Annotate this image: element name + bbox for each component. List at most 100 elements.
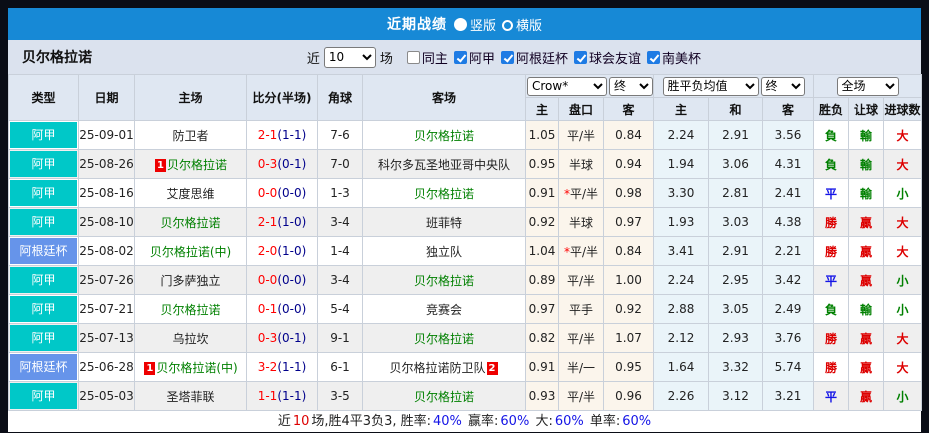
mean-home: 2.24 (653, 120, 709, 150)
home-team-name: 贝尔格拉诺(中) (156, 360, 238, 375)
results-tbody: 阿甲 25-09-01 防卫者 2-1(1-1) 7-6 贝尔格拉诺 1.05 平/半 0.84… (8, 120, 923, 411)
odds-away: 0.95 (603, 352, 654, 382)
result-win-draw-loss-text: 負 (825, 128, 838, 143)
col-header-result: 胜负 (813, 97, 850, 121)
away-team-name: 贝尔格拉诺 (413, 186, 474, 201)
corner-score: 7-0 (317, 149, 363, 179)
home-team: 贝尔格拉诺 (134, 207, 247, 237)
checkbox-checked[interactable] (646, 50, 660, 64)
handicap-value: 平/半 (558, 265, 604, 295)
layout-radio-label: 竖版 (469, 18, 496, 34)
summary-segment: 60% (500, 414, 530, 429)
odds-away: 0.92 (603, 294, 654, 324)
league-cell: 阿甲 (8, 120, 79, 150)
home-team-name: 贝尔格拉诺 (166, 157, 227, 172)
away-team: 贝尔格拉诺防卫队 2 (362, 352, 526, 382)
mean-select-header: 胜平负均值 终 (652, 74, 815, 98)
fulltime-score: 0-3 (257, 157, 278, 171)
handicap-result: 輸 (848, 120, 885, 150)
result-win-draw-loss-text: 勝 (825, 331, 838, 346)
result-win-draw-loss: 平 (813, 381, 850, 411)
away-team-name: 班菲特 (425, 215, 462, 230)
goals-result-text: 大 (896, 157, 909, 172)
mean-away: 3.56 (761, 120, 815, 150)
layout-radio[interactable] (502, 19, 513, 31)
result-win-draw-loss-text: 負 (825, 302, 838, 317)
layout-radio-selected[interactable] (453, 17, 467, 31)
mean-draw: 3.12 (708, 381, 763, 411)
summary-segment: 场,胜4平3负3, 胜率: (311, 414, 431, 429)
away-team: 竞赛会 (362, 294, 526, 324)
table-row: 阿甲 25-05-03 圣塔菲联 1-1(1-1) 3-5 贝尔格拉诺 0.93 平/半 0.9… (8, 381, 923, 411)
away-team-name: 竞赛会 (425, 302, 462, 317)
league-filter: 球会友谊 (573, 48, 641, 67)
handicap-result-text: 輸 (860, 186, 873, 201)
result-win-draw-loss: 勝 (813, 352, 850, 382)
summary-segment: 赢率: (463, 414, 499, 429)
goals-result-text: 大 (896, 128, 909, 143)
title-bar: 近期战绩 竖版 横版 (8, 8, 921, 40)
home-team-name: 贝尔格拉诺(中) (149, 244, 232, 259)
league-cell: 阿甲 (8, 149, 79, 179)
handicap-result: 贏 (848, 236, 885, 266)
mean-away: 2.49 (761, 294, 815, 324)
handicap-result: 贏 (848, 352, 885, 382)
table-row: 阿甲 25-07-26 门多萨独立 0-0(0-0) 3-4 贝尔格拉诺 0.89 平/半 1.… (8, 265, 923, 295)
results-table: 类型 日期 主场 比分(半场) 角球 客场 Crow* 终 胜平负均值 终 全场… (8, 74, 923, 411)
home-team: 圣塔菲联 (134, 381, 247, 411)
odds-company-select[interactable]: Crow* (527, 76, 607, 96)
result-win-draw-loss: 勝 (813, 236, 850, 266)
match-score: 0-0(0-0) (246, 265, 318, 295)
summary-segment: 单率: (585, 414, 621, 429)
mean-away: 5.74 (761, 352, 815, 382)
mean-draw: 2.91 (708, 236, 763, 266)
match-score: 3-2(1-1) (246, 352, 318, 382)
match-date: 25-09-01 (78, 120, 135, 150)
match-count-select[interactable]: 10 (323, 46, 376, 68)
goals-result: 大 (883, 149, 923, 179)
fulltime-score: 2-0 (257, 244, 278, 258)
mean-home: 2.26 (653, 381, 709, 411)
handicap-value: 平/半 (558, 381, 604, 411)
mean-draw: 3.05 (708, 294, 763, 324)
goals-result: 小 (883, 294, 923, 324)
goals-result-text: 小 (896, 389, 909, 404)
checkbox-checked[interactable] (453, 50, 467, 64)
handicap-text: 平手 (568, 302, 593, 317)
league-badge: 阿甲 (10, 296, 77, 322)
league-filter: 阿根廷杯 (500, 48, 568, 67)
match-score: 1-1(1-1) (246, 381, 318, 411)
checkbox-checked[interactable] (573, 50, 587, 64)
summary-segment: 10 (292, 414, 310, 429)
col-header-handicap-result: 让球 (848, 97, 885, 121)
odds-final-select[interactable]: 终 (609, 76, 653, 96)
away-team: 独立队 (362, 236, 526, 266)
odds-select-header: Crow* 终 (525, 74, 654, 98)
handicap-value: 平/半 (558, 323, 604, 353)
checkbox-checked[interactable] (500, 50, 514, 64)
handicap-result-text: 贏 (860, 331, 873, 346)
match-score: 0-3(0-1) (246, 149, 318, 179)
away-team-name: 贝尔格拉诺 (413, 331, 474, 346)
home-team-name: 贝尔格拉诺 (160, 302, 221, 317)
handicap-result: 贏 (848, 207, 885, 237)
result-win-draw-loss-text: 勝 (825, 215, 838, 230)
goals-result-text: 小 (896, 273, 909, 288)
checkbox-unchecked[interactable] (406, 50, 420, 64)
home-team-name: 贝尔格拉诺 (160, 215, 221, 230)
mean-away: 3.76 (761, 323, 815, 353)
handicap-text: 平/半 (566, 273, 596, 288)
fulltime-score: 0-0 (257, 186, 278, 200)
fulltime-score: 0-1 (257, 302, 278, 316)
fulltime-select[interactable]: 全场 (836, 76, 899, 96)
match-date: 25-08-26 (78, 149, 135, 179)
col-header-score: 比分(半场) (246, 74, 318, 121)
home-team: 门多萨独立 (134, 265, 247, 295)
summary-line: 近 10 场,胜4平3负3, 胜率: 40% 赢率: 60% 大: 60% 单率: 60% (8, 411, 921, 432)
result-win-draw-loss-text: 負 (825, 157, 838, 172)
mean-company-select[interactable]: 胜平负均值 (662, 76, 759, 96)
mean-final-select[interactable]: 终 (760, 76, 805, 96)
home-team-name: 防卫者 (172, 128, 209, 143)
handicap-result: 贏 (848, 381, 885, 411)
goals-result: 小 (883, 178, 923, 208)
